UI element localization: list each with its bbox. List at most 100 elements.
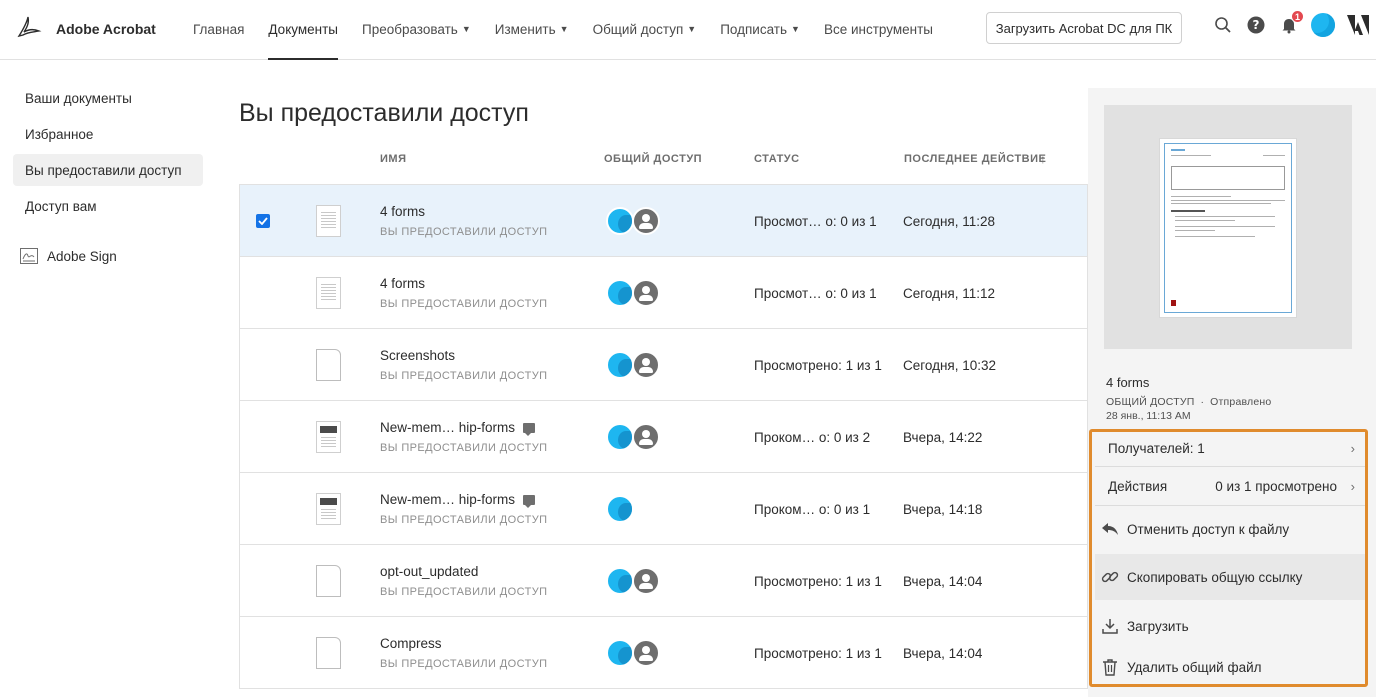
file-name[interactable]: New-mem… hip-forms (380, 492, 536, 508)
top-icons: ? 1 (1212, 10, 1376, 37)
panel-file-meta: ОБЩИЙ ДОСТУП · Отправлено (1106, 396, 1271, 408)
chevron-down-icon: ▼ (461, 24, 471, 34)
delete-label: Удалить общий файл (1127, 659, 1262, 675)
nav-all-tools-label: Все инструменты (823, 21, 933, 37)
sidebar-item-adobe-sign[interactable]: Adobe Sign (13, 248, 203, 264)
sidebar-item-label: Вы предоставили доступ (25, 162, 182, 178)
adobe-sign-icon (20, 248, 38, 264)
sidebar-item-shared-with-you[interactable]: Доступ вам (13, 190, 203, 222)
row-checkbox[interactable] (256, 214, 270, 228)
file-share-type: ВЫ ПРЕДОСТАВИЛИ ДОСТУП (380, 586, 548, 598)
search-icon[interactable] (1212, 14, 1234, 36)
file-name[interactable]: New-mem… hip-forms (380, 420, 536, 436)
table-row[interactable]: opt-out_updated ВЫ ПРЕДОСТАВИЛИ ДОСТУП П… (240, 545, 1087, 617)
file-name[interactable]: opt-out_updated (380, 564, 478, 579)
column-header-status[interactable]: СТАТУС (754, 153, 800, 165)
file-last-action: Вчера, 14:04 (903, 646, 983, 661)
download-button[interactable]: Загрузить (1095, 603, 1365, 649)
table-row[interactable]: 4 forms ВЫ ПРЕДОСТАВИЛИ ДОСТУП Просмот… … (240, 185, 1087, 257)
brand[interactable]: Adobe Acrobat (16, 0, 156, 58)
nav-home-label: Главная (193, 21, 245, 37)
delete-shared-file-button[interactable]: Удалить общий файл (1095, 650, 1365, 684)
file-status: Просмотрено: 1 из 1 (754, 646, 882, 661)
nav-all-tools[interactable]: Все инструменты (824, 0, 933, 58)
file-status: Проком… о: 0 из 2 (754, 430, 871, 445)
nav-sign[interactable]: Подписать ▼ (720, 0, 800, 58)
sort-ascending-icon[interactable]: ↑ (1040, 152, 1047, 166)
owner-avatar (606, 495, 634, 523)
recipient-avatar-icon (632, 423, 660, 451)
sidebar-item-favorites[interactable]: Избранное (13, 118, 203, 150)
nav-convert-label: Преобразовать (361, 21, 458, 37)
file-status: Просмот… о: 0 из 1 (754, 214, 877, 229)
bell-icon[interactable]: 1 (1278, 10, 1304, 36)
file-thumbnail (316, 205, 341, 237)
table-row[interactable]: 4 forms ВЫ ПРЕДОСТАВИЛИ ДОСТУП Просмот… … (240, 257, 1087, 329)
nav-edit[interactable]: Изменить ▼ (495, 0, 569, 58)
download-acrobat-button[interactable]: Загрузить Acrobat DC для ПК (986, 12, 1182, 44)
sidebar-item-label: Избранное (25, 126, 94, 142)
file-name-text: New-mem… hip-forms (380, 492, 516, 507)
file-last-action: Вчера, 14:22 (903, 430, 983, 445)
file-name-text: 4 forms (380, 204, 426, 219)
file-name-text: New-mem… hip-forms (380, 420, 516, 435)
file-thumbnail (316, 637, 341, 669)
table-row[interactable]: New-mem… hip-forms ВЫ ПРЕДОСТАВИЛИ ДОСТУ… (240, 473, 1087, 545)
file-thumbnail (316, 277, 341, 309)
panel-file-name: 4 forms (1106, 375, 1150, 390)
nav-share[interactable]: Общий доступ ▼ (593, 0, 697, 58)
table-row[interactable]: New-mem… hip-forms ВЫ ПРЕДОСТАВИЛИ ДОСТУ… (240, 401, 1087, 473)
file-thumbnail (316, 493, 341, 525)
copy-link-button[interactable]: Скопировать общую ссылку (1095, 554, 1365, 600)
chevron-right-icon: › (1350, 440, 1355, 456)
file-thumbnail (316, 421, 341, 453)
owner-avatar (606, 567, 634, 595)
nav-edit-label: Изменить (494, 21, 556, 37)
recipient-avatar-icon (632, 207, 660, 235)
avatar[interactable] (1311, 13, 1335, 37)
table-row[interactable]: Screenshots ВЫ ПРЕДОСТАВИЛИ ДОСТУП Просм… (240, 329, 1087, 401)
page-title: Вы предоставили доступ (239, 99, 529, 127)
recipient-avatar-icon (632, 567, 660, 595)
file-status: Просмотрено: 1 из 1 (754, 574, 882, 589)
file-name[interactable]: Compress (380, 636, 442, 651)
shared-avatars (606, 279, 666, 307)
file-last-action: Сегодня, 11:12 (903, 286, 996, 301)
trash-icon (1101, 658, 1119, 676)
divider (1095, 466, 1365, 467)
nav-documents[interactable]: Документы (268, 0, 338, 60)
file-thumbnail (316, 349, 341, 381)
file-name[interactable]: 4 forms (380, 276, 425, 291)
link-icon (1101, 568, 1119, 586)
sidebar-item-shared-by-you[interactable]: Вы предоставили доступ (13, 154, 203, 186)
panel-share-type: ОБЩИЙ ДОСТУП (1106, 396, 1195, 408)
undo-arrow-icon (1101, 520, 1119, 538)
sidebar-item-label: Ваши документы (25, 90, 132, 106)
file-status: Просмотрено: 1 из 1 (754, 358, 882, 373)
sidebar-item-your-documents[interactable]: Ваши документы (13, 82, 203, 114)
column-header-last-action[interactable]: ПОСЛЕДНЕЕ ДЕЙСТВИЕ (904, 153, 1046, 165)
activity-row[interactable]: Действия 0 из 1 просмотрено › (1095, 468, 1365, 504)
file-last-action: Сегодня, 11:28 (903, 214, 996, 229)
column-header-shared[interactable]: ОБЩИЙ ДОСТУП (604, 153, 702, 165)
file-share-type: ВЫ ПРЕДОСТАВИЛИ ДОСТУП (380, 442, 548, 454)
nav-convert[interactable]: Преобразовать ▼ (362, 0, 471, 58)
recipients-row[interactable]: Получателей: 1 › (1095, 432, 1365, 464)
file-name[interactable]: Screenshots (380, 348, 455, 363)
file-name[interactable]: 4 forms (380, 204, 425, 219)
table-header: ИМЯ ОБЩИЙ ДОСТУП СТАТУС ПОСЛЕДНЕЕ ДЕЙСТВ… (239, 152, 1088, 169)
owner-avatar (606, 423, 634, 451)
file-preview[interactable] (1104, 105, 1352, 349)
nav-home[interactable]: Главная (193, 0, 244, 58)
shared-avatars (606, 639, 666, 667)
column-header-name[interactable]: ИМЯ (380, 153, 406, 165)
sidebar-item-label: Adobe Sign (47, 248, 117, 264)
help-icon[interactable]: ? (1245, 14, 1267, 36)
download-label: Загрузить (1127, 618, 1189, 634)
file-name-text: opt-out_updated (380, 564, 479, 579)
adobe-logo-icon[interactable] (1347, 14, 1369, 36)
unshare-button[interactable]: Отменить доступ к файлу (1095, 506, 1365, 552)
file-share-type: ВЫ ПРЕДОСТАВИЛИ ДОСТУП (380, 658, 548, 670)
panel-file-date: 28 янв., 11:13 AM (1106, 410, 1191, 422)
table-row[interactable]: Compress ВЫ ПРЕДОСТАВИЛИ ДОСТУП Просмотр… (240, 617, 1087, 689)
